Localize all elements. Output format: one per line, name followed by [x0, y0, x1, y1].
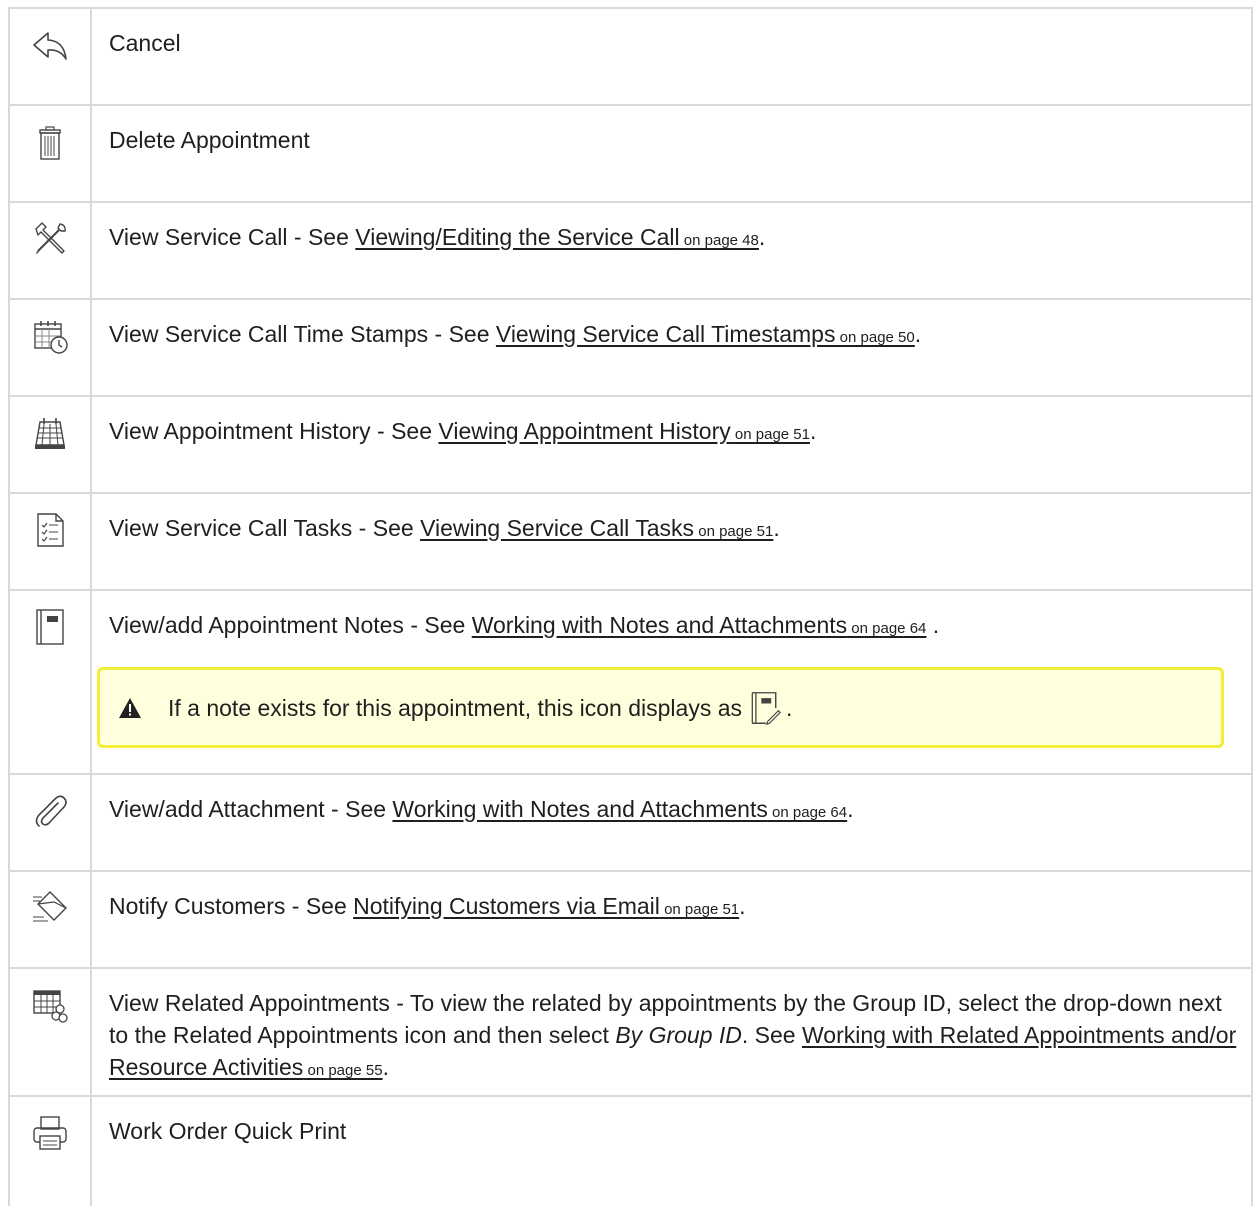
row-label: View Service Call Tasks - See	[109, 515, 421, 541]
printer-icon	[33, 1116, 67, 1150]
table-row: View/add Appointment Notes - See Working…	[8, 589, 1253, 775]
row-label: View/add Attachment - See	[109, 796, 393, 822]
table-row: View Appointment History - See Viewing A…	[8, 395, 1253, 494]
cross-reference-link[interactable]: Working with Notes and Attachments on pa…	[472, 612, 927, 638]
note-text: If a note exists for this appointment, t…	[168, 694, 743, 721]
notebook-icon	[36, 609, 64, 645]
row-label: View Appointment History - See	[109, 418, 439, 444]
row-label: View Service Call - See	[109, 224, 356, 250]
checklist-icon	[37, 513, 64, 547]
cross-reference-link[interactable]: Notifying Customers via Email on page 51	[353, 893, 739, 919]
envelope-icon	[33, 891, 67, 922]
table-row: View/add Attachment - See Working with N…	[8, 773, 1253, 872]
row-label: Cancel	[109, 30, 181, 56]
cross-reference-link[interactable]: Working with Notes and Attachments on pa…	[392, 796, 847, 822]
table-row: View Service Call Time Stamps - See View…	[8, 298, 1253, 397]
tools-icon	[35, 222, 66, 254]
calendar-clock-icon	[34, 321, 68, 354]
row-label: View Service Call Time Stamps - See	[109, 321, 496, 347]
table-row: View Service Call Tasks - See Viewing Se…	[8, 492, 1253, 591]
table-row: Work Order Quick Print	[8, 1095, 1253, 1206]
cross-reference-link[interactable]: Viewing Service Call Timestamps on page …	[496, 321, 915, 347]
row-label: View/add Appointment Notes - See	[109, 612, 472, 638]
cross-reference-link[interactable]: Viewing/Editing the Service Call on page…	[355, 224, 759, 250]
paperclip-icon	[35, 795, 67, 827]
row-label: Notify Customers - See	[109, 893, 354, 919]
trash-can-icon	[39, 126, 61, 160]
warning-icon	[119, 697, 141, 718]
calendar-group-icon	[33, 990, 68, 1023]
calendar-icon	[35, 418, 65, 449]
table-row: View Related Appointments - To view the …	[8, 967, 1253, 1097]
table-row: Delete Appointment	[8, 104, 1253, 203]
cross-reference-link[interactable]: Viewing Appointment History on page 51	[438, 418, 810, 444]
table-row: Cancel	[8, 7, 1253, 106]
table-row: View Service Call - See Viewing/Editing …	[8, 201, 1253, 300]
notebook-edit-icon	[751, 691, 782, 725]
undo-arrow-icon	[33, 32, 67, 60]
note-callout: If a note exists for this appointment, t…	[97, 667, 1224, 748]
row-label: Work Order Quick Print	[109, 1118, 347, 1144]
icon-reference-table: Cancel Delete Appointment View Service C…	[8, 7, 1253, 1206]
cross-reference-link[interactable]: Viewing Service Call Tasks on page 51	[420, 515, 773, 541]
table-row: Notify Customers - See Notifying Custome…	[8, 870, 1253, 969]
row-label: Delete Appointment	[109, 127, 310, 153]
